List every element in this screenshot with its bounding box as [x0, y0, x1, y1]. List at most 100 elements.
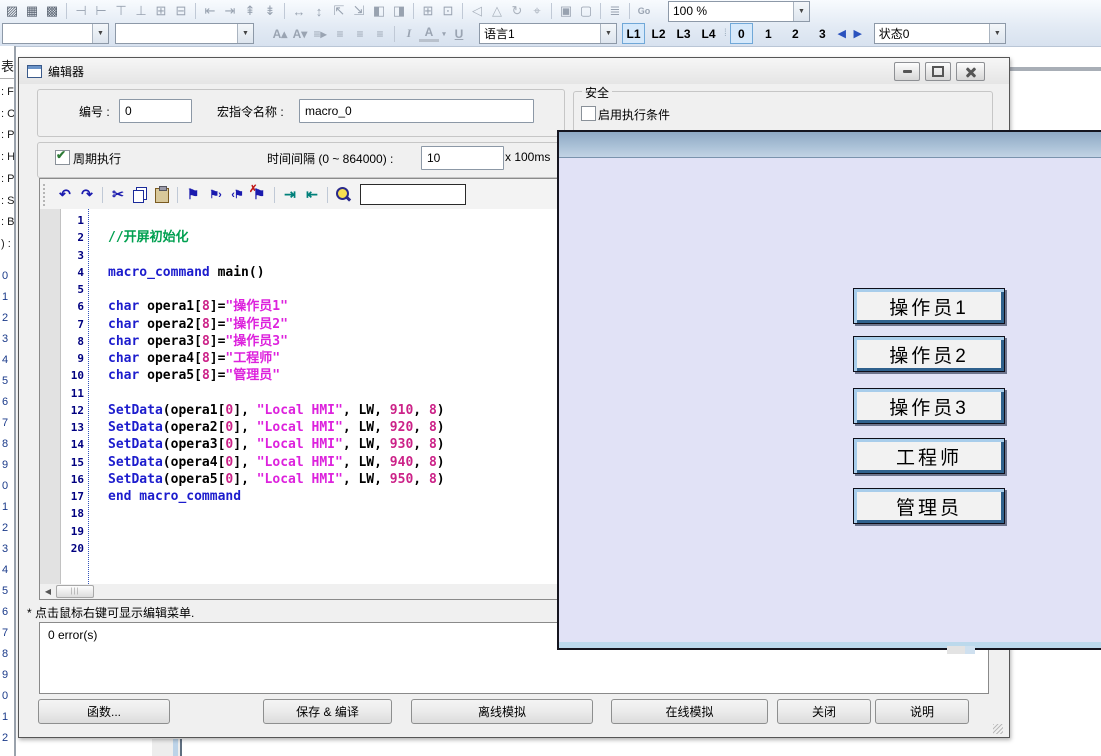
- font-color-icon[interactable]: A: [419, 25, 439, 42]
- align-top-icon[interactable]: ⊤: [111, 2, 131, 20]
- sidebar-item-fragment[interactable]: : HM: [1, 151, 16, 163]
- flip-vertical-icon[interactable]: △: [487, 2, 507, 20]
- chevron-down-icon[interactable]: ▼: [600, 24, 616, 43]
- state-button-2[interactable]: 2: [784, 23, 807, 44]
- pin-icon[interactable]: ⌖: [527, 2, 547, 20]
- dialog-titlebar[interactable]: 编辑器: [19, 58, 1009, 84]
- find-input[interactable]: [360, 184, 466, 205]
- layer-icon[interactable]: ≣: [605, 2, 625, 20]
- online-simulation-button[interactable]: 在线模拟: [611, 699, 768, 724]
- sidebar-item-fragment[interactable]: : St: [1, 195, 16, 207]
- code-line[interactable]: [108, 505, 560, 522]
- periodic-checkbox[interactable]: [55, 150, 70, 165]
- close-dialog-button[interactable]: 关闭: [777, 699, 871, 724]
- sidebar-item-fragment[interactable]: : Co: [1, 108, 16, 120]
- macro-name-input[interactable]: macro_0: [299, 99, 534, 123]
- code-line[interactable]: SetData(opera2[0], "Local HMI", LW, 920,…: [108, 419, 560, 436]
- align-text-right-icon[interactable]: ≡: [370, 25, 390, 43]
- outdent-icon[interactable]: ⇤: [301, 184, 323, 206]
- code-line[interactable]: [108, 385, 560, 402]
- preview-titlebar[interactable]: [559, 132, 1101, 158]
- sidebar-item-fragment[interactable]: 6: [2, 396, 8, 408]
- go-button[interactable]: Go: [634, 6, 654, 16]
- chevron-down-icon[interactable]: ▼: [793, 2, 809, 21]
- language-combo[interactable]: 语言1 ▼: [479, 23, 617, 44]
- rotate-icon[interactable]: ↻: [507, 2, 527, 20]
- state-button-0[interactable]: 0: [730, 23, 753, 44]
- copy-icon[interactable]: [129, 184, 151, 206]
- sidebar-item-fragment[interactable]: 2: [2, 522, 8, 534]
- code-line[interactable]: SetData(opera3[0], "Local HMI", LW, 930,…: [108, 436, 560, 453]
- find-icon[interactable]: [332, 184, 354, 206]
- sidebar-item-fragment[interactable]: 1: [2, 501, 8, 513]
- code-line[interactable]: end macro_command: [108, 488, 560, 505]
- nudge-down-right-icon[interactable]: ⇲: [349, 2, 369, 20]
- sidebar-item-fragment[interactable]: 6: [2, 606, 8, 618]
- sidebar-item-fragment[interactable]: 2: [2, 732, 8, 744]
- sidebar-item-fragment[interactable]: 3: [2, 333, 8, 345]
- engineer-button[interactable]: 工程师: [853, 438, 1005, 474]
- space-across-icon[interactable]: ⇞: [240, 2, 260, 20]
- toggle-bookmark-icon[interactable]: ⚑: [182, 184, 204, 206]
- sidebar-item-fragment[interactable]: 4: [2, 564, 8, 576]
- same-height-icon[interactable]: ↕: [309, 2, 329, 20]
- chevron-down-icon[interactable]: ▾: [439, 25, 449, 43]
- code-line[interactable]: [108, 281, 560, 298]
- state-combo[interactable]: 状态0 ▼: [874, 23, 1006, 44]
- background-scrollbar-fragment[interactable]: [152, 739, 182, 756]
- sidebar-item-fragment[interactable]: 7: [2, 417, 8, 429]
- resize-grip[interactable]: [993, 724, 1003, 734]
- text-wrap-icon[interactable]: ≡▸: [310, 25, 330, 43]
- fill-pattern-icon[interactable]: ▦: [22, 2, 42, 20]
- flip-horizontal-icon[interactable]: ◁: [467, 2, 487, 20]
- operator3-button[interactable]: 操作员3: [853, 388, 1005, 424]
- shrink-font-icon[interactable]: A▾: [290, 25, 310, 43]
- align-center-vertical-icon[interactable]: ⊟: [171, 2, 191, 20]
- interval-input[interactable]: 10: [421, 146, 504, 170]
- scroll-left-icon[interactable]: ◀: [40, 585, 56, 598]
- fill-shade-icon[interactable]: ▩: [42, 2, 62, 20]
- enable-condition-checkbox[interactable]: [581, 106, 596, 121]
- sidebar-item-fragment[interactable]: 1: [2, 711, 8, 723]
- fill-style-icon[interactable]: ▨: [2, 2, 22, 20]
- code-line[interactable]: char opera2[8]="操作员2": [108, 316, 560, 333]
- sidebar-item-fragment[interactable]: : PL: [1, 129, 16, 141]
- sidebar-item-fragment[interactable]: 0: [2, 480, 8, 492]
- code-editor[interactable]: 1234567891011121314151617181920 //开屏初始化m…: [39, 209, 561, 585]
- sidebar-tab-fragment[interactable]: 表: [1, 56, 14, 75]
- fix-object-icon[interactable]: ⊡: [438, 2, 458, 20]
- font-name-combo[interactable]: ▼: [2, 23, 109, 44]
- operator1-button[interactable]: 操作员1: [853, 288, 1005, 324]
- chevron-down-icon[interactable]: ▼: [237, 24, 253, 43]
- minimize-button[interactable]: [894, 62, 920, 81]
- enlarge-font-icon[interactable]: A▴: [270, 25, 290, 43]
- sidebar-item-fragment[interactable]: 0: [2, 690, 8, 702]
- offline-simulation-button[interactable]: 离线模拟: [411, 699, 593, 724]
- save-compile-button[interactable]: 保存 & 编译: [263, 699, 392, 724]
- sidebar-item-fragment[interactable]: : Ba: [1, 216, 16, 228]
- layer-button-L4[interactable]: L4: [697, 23, 720, 44]
- underline-icon[interactable]: U: [449, 25, 469, 43]
- sidebar-item-fragment[interactable]: 8: [2, 438, 8, 450]
- sidebar-item-fragment[interactable]: 5: [2, 375, 8, 387]
- ungroup-icon[interactable]: ▢: [576, 2, 596, 20]
- next-state-icon[interactable]: ▶: [850, 27, 866, 40]
- align-center-horizontal-icon[interactable]: ⊞: [151, 2, 171, 20]
- italic-icon[interactable]: I: [399, 25, 419, 43]
- toolbar-grip[interactable]: [43, 184, 49, 206]
- project-tree-sidebar[interactable]: 表 : Fa: Co: PL: HM: Pa: St: Ba) : V01234…: [0, 46, 16, 756]
- same-width-icon[interactable]: ↔: [289, 2, 309, 20]
- code-line[interactable]: char opera5[8]="管理员": [108, 367, 560, 384]
- code-line[interactable]: SetData(opera5[0], "Local HMI", LW, 950,…: [108, 471, 560, 488]
- sidebar-item-fragment[interactable]: : Fa: [1, 86, 16, 98]
- font-size-combo[interactable]: ▼: [115, 23, 254, 44]
- distribute-horizontal-icon[interactable]: ⇤: [200, 2, 220, 20]
- prev-bookmark-icon[interactable]: ‹⚑: [226, 184, 248, 206]
- chevron-down-icon[interactable]: ▼: [989, 24, 1005, 43]
- state-button-1[interactable]: 1: [757, 23, 780, 44]
- align-bottom-icon[interactable]: ⊥: [131, 2, 151, 20]
- sidebar-item-fragment[interactable]: 8: [2, 648, 8, 660]
- sidebar-item-fragment[interactable]: ) : V: [1, 238, 16, 250]
- code-line[interactable]: //开屏初始化: [108, 229, 560, 246]
- align-right-icon[interactable]: ⊢: [91, 2, 111, 20]
